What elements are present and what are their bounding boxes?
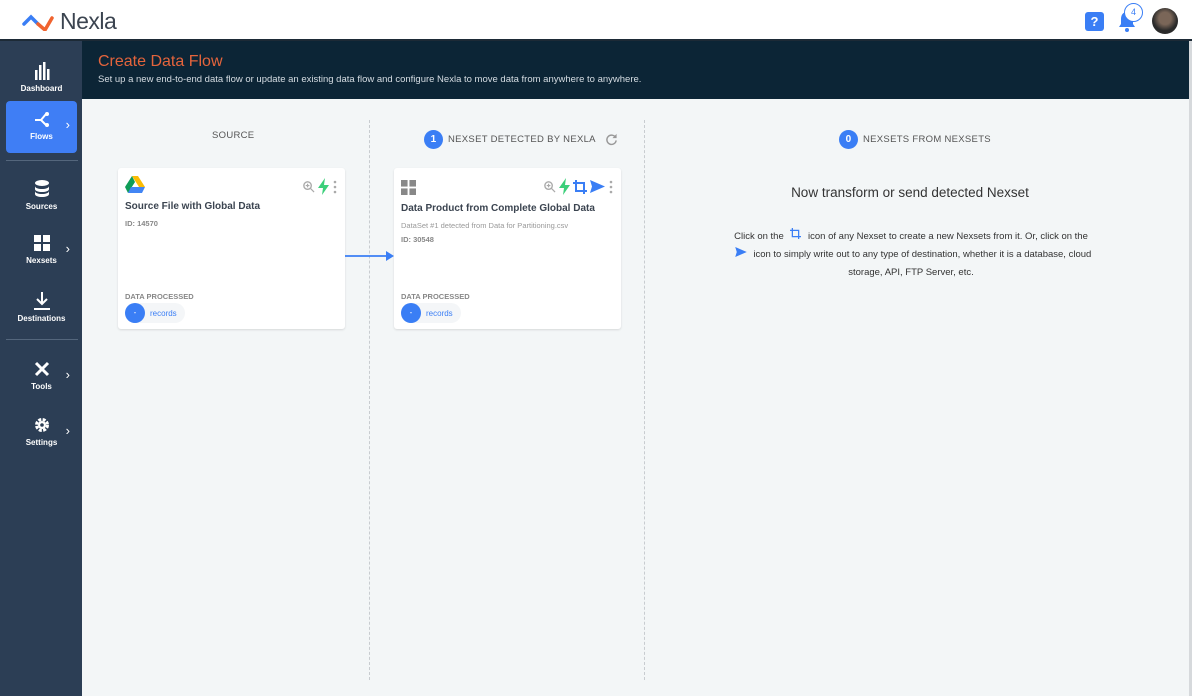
page-header: Create Data Flow Set up a new end-to-end…: [82, 41, 1192, 99]
divider: [6, 339, 78, 340]
sidebar-item-settings[interactable]: Settings ›: [6, 407, 77, 459]
records-pill: - records: [125, 303, 185, 323]
sidebar-item-flows[interactable]: Flows ›: [6, 101, 77, 153]
sidebar-item-destinations[interactable]: Destinations: [6, 283, 77, 335]
help-button[interactable]: ?: [1085, 11, 1104, 31]
grid-icon: [33, 235, 50, 251]
card-id: ID: 30548: [401, 235, 434, 244]
count-badge: 0: [839, 130, 858, 149]
sidebar-item-tools[interactable]: Tools ›: [6, 351, 77, 403]
card-id: ID: 14570: [125, 219, 158, 228]
tools-icon: [34, 361, 49, 377]
chevron-right-icon: ›: [65, 117, 70, 132]
database-icon: [34, 180, 49, 197]
sidebar-item-dashboard[interactable]: Dashboard: [6, 53, 77, 105]
send-icon: [734, 247, 747, 257]
source-card[interactable]: Source File with Global Data ID: 14570 D…: [118, 168, 345, 329]
send-icon[interactable]: [590, 180, 605, 193]
sidebar: Dashboard Flows › Sources Nexsets › Destin…: [0, 41, 82, 696]
source-column-heading: SOURCE: [212, 130, 255, 141]
notification-badge: 4: [1124, 3, 1143, 22]
data-processed-label: DATA PROCESSED: [401, 292, 470, 301]
column-divider: [644, 120, 645, 680]
zoom-in-icon[interactable]: [302, 180, 315, 193]
empty-state-heading: Now transform or send detected Nexset: [791, 185, 1029, 200]
data-processed-label: DATA PROCESSED: [125, 292, 194, 301]
empty-state-text: Click on the icon of any Nexset to creat…: [725, 228, 1097, 282]
top-bar: Nexla ? 4: [0, 0, 1192, 41]
user-avatar[interactable]: [1152, 8, 1178, 34]
chevron-right-icon: ›: [65, 423, 70, 438]
crop-transform-icon: [790, 228, 802, 239]
card-title[interactable]: Source File with Global Data: [125, 201, 260, 212]
divider: [6, 160, 78, 161]
zoom-in-icon[interactable]: [543, 180, 556, 193]
column-divider: [369, 120, 370, 680]
sidebar-item-sources[interactable]: Sources: [6, 171, 77, 223]
more-vertical-icon[interactable]: [332, 180, 338, 194]
records-pill: - records: [401, 303, 461, 323]
app-name: Nexla: [60, 8, 117, 34]
more-vertical-icon[interactable]: [608, 180, 614, 194]
flow-arrow: [345, 251, 394, 261]
chevron-right-icon: ›: [65, 367, 70, 382]
lightning-icon[interactable]: [318, 178, 329, 195]
chevron-right-icon: ›: [65, 241, 70, 256]
notifications-button[interactable]: 4: [1116, 3, 1143, 33]
page-subtitle: Set up a new end-to-end data flow or upd…: [98, 74, 642, 85]
page-title: Create Data Flow: [98, 53, 223, 70]
derived-column-heading: 0 NEXSETS FROM NEXSETS: [839, 130, 991, 149]
grid-icon: [401, 180, 416, 195]
crop-transform-icon[interactable]: [573, 179, 587, 194]
lightning-icon[interactable]: [559, 178, 570, 195]
download-icon: [33, 292, 50, 310]
count-badge: 1: [424, 130, 443, 149]
gear-icon: [34, 418, 49, 432]
detected-column-heading: 1 NEXSET DETECTED BY NEXLA: [424, 130, 618, 149]
card-title[interactable]: Data Product from Complete Global Data: [401, 203, 595, 214]
google-drive-icon: [125, 176, 145, 193]
bar-chart-icon: [34, 62, 49, 80]
sidebar-item-nexsets[interactable]: Nexsets ›: [6, 225, 77, 277]
nexla-logo[interactable]: Nexla: [22, 8, 117, 35]
card-subtitle: DataSet #1 detected from Data for Partit…: [401, 221, 569, 230]
nexset-card[interactable]: Data Product from Complete Global Data D…: [394, 168, 621, 329]
flow-icon: [34, 112, 49, 127]
refresh-icon[interactable]: [605, 133, 618, 146]
